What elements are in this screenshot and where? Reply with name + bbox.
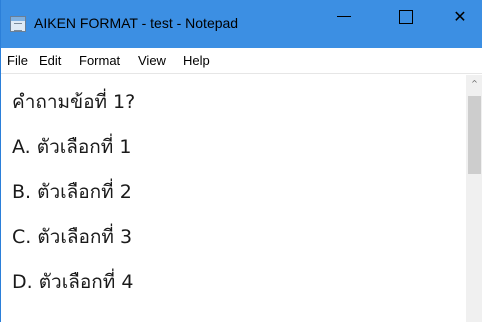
window-title: AIKEN FORMAT - test - Notepad (34, 15, 239, 31)
menu-file[interactable]: File (7, 53, 28, 68)
notepad-window: AIKEN FORMAT - test - Notepad ✕ File Edi… (0, 0, 482, 322)
editor-line: D. ตัวเลือกที่ 4 (12, 271, 134, 293)
title-bar[interactable]: AIKEN FORMAT - test - Notepad ✕ (1, 0, 482, 48)
menu-help[interactable]: Help (183, 53, 210, 68)
editor-line: A. ตัวเลือกที่ 1 (12, 136, 132, 158)
maximize-icon (399, 10, 413, 24)
menu-view[interactable]: View (138, 53, 166, 68)
close-button[interactable]: ✕ (437, 0, 482, 34)
editor-line: C. ตัวเลือกที่ 3 (12, 226, 133, 248)
minimize-button[interactable] (321, 0, 367, 34)
editor-line: คำถามข้อที่ 1? (12, 91, 136, 113)
editor-line: B. ตัวเลือกที่ 2 (12, 181, 132, 203)
vertical-scrollbar[interactable]: ^ (466, 75, 482, 322)
close-icon: ✕ (453, 7, 467, 26)
menu-bar: File Edit Format View Help (1, 48, 482, 74)
scroll-thumb[interactable] (468, 96, 481, 174)
minimize-icon (337, 16, 351, 17)
text-editor[interactable]: คำถามข้อที่ 1? A. ตัวเลือกที่ 1 B. ตัวเล… (2, 75, 466, 322)
scroll-up-icon[interactable]: ^ (466, 75, 482, 92)
menu-edit[interactable]: Edit (39, 53, 61, 68)
maximize-button[interactable] (383, 0, 429, 34)
notepad-icon (10, 16, 26, 32)
menu-format[interactable]: Format (79, 53, 120, 68)
